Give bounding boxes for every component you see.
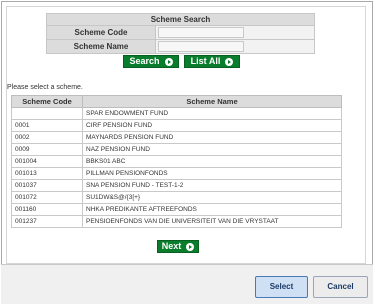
- table-row[interactable]: 0009 NAZ PENSION FUND: [11, 143, 342, 156]
- scheme-name-cell: SU1DW&S@/{3[+}: [82, 191, 342, 204]
- list-all-button[interactable]: List All: [184, 55, 240, 68]
- scheme-search-form: Scheme Search Scheme Code Scheme Name: [46, 13, 315, 54]
- scheme-code-cell: [11, 107, 83, 120]
- cancel-button[interactable]: Cancel: [313, 276, 368, 298]
- scheme-results-table: Scheme Code Scheme Name SPAR ENDOWMENT F…: [11, 95, 342, 228]
- scheme-code-label: Scheme Code: [46, 25, 156, 40]
- scheme-code-cell: 0002: [11, 131, 83, 144]
- next-button[interactable]: Next: [157, 240, 199, 253]
- table-row[interactable]: 001037 SNA PENSION FUND - TEST-1-2: [11, 179, 342, 192]
- column-header-scheme-name: Scheme Name: [82, 95, 342, 108]
- scheme-name-label: Scheme Name: [46, 39, 156, 54]
- scheme-code-cell: 0009: [11, 143, 83, 156]
- search-button[interactable]: Search: [123, 55, 179, 68]
- arrow-right-icon: [225, 57, 234, 66]
- table-row[interactable]: 0002 MAYNARDS PENSION FUND: [11, 131, 342, 144]
- scheme-name-cell: NAZ PENSION FUND: [82, 143, 342, 156]
- scheme-code-cell: 001037: [11, 179, 83, 192]
- arrow-right-icon: [164, 57, 173, 66]
- scheme-code-cell: 0001: [11, 119, 83, 132]
- scheme-name-cell: CIRF PENSION FUND: [82, 119, 342, 132]
- scheme-name-input[interactable]: [158, 41, 244, 52]
- dialog-button-bar: Select Cancel: [1, 264, 373, 304]
- scheme-name-cell: SPAR ENDOWMENT FUND: [82, 107, 342, 120]
- scheme-code-input[interactable]: [158, 27, 244, 38]
- scheme-code-cell: 001013: [11, 167, 83, 180]
- scheme-name-cell: PILLMAN PENSIONFONDS: [82, 167, 342, 180]
- list-all-button-label: List All: [190, 56, 221, 66]
- arrow-right-icon: [186, 242, 195, 251]
- search-button-label: Search: [129, 56, 160, 66]
- table-row[interactable]: 001004 BBKS01 ABC: [11, 155, 342, 168]
- scheme-name-cell: BBKS01 ABC: [82, 155, 342, 168]
- search-title: Scheme Search: [46, 13, 315, 26]
- table-row[interactable]: 001072 SU1DW&S@/{3[+}: [11, 191, 342, 204]
- scheme-code-cell: 001237: [11, 215, 83, 228]
- scheme-search-panel: Scheme Search Scheme Code Scheme Name Se…: [6, 6, 366, 264]
- table-row[interactable]: SPAR ENDOWMENT FUND: [11, 107, 342, 120]
- table-row[interactable]: 001237 PENSIOENFONDS VAN DIE UNIVERSITEIT…: [11, 215, 342, 228]
- column-header-scheme-code: Scheme Code: [11, 95, 83, 108]
- table-row[interactable]: 0001 CIRF PENSION FUND: [11, 119, 342, 132]
- scheme-code-cell: 001004: [11, 155, 83, 168]
- scheme-code-cell: 001072: [11, 191, 83, 204]
- next-button-label: Next: [161, 241, 182, 251]
- select-button[interactable]: Select: [255, 276, 308, 298]
- select-scheme-prompt: Please select a scheme.: [7, 84, 83, 91]
- scheme-name-cell: SNA PENSION FUND - TEST-1-2: [82, 179, 342, 192]
- scheme-name-cell: MAYNARDS PENSION FUND: [82, 131, 342, 144]
- table-row[interactable]: 001160 NHKA PREDIKANTE AFTREEFONDS: [11, 203, 342, 216]
- scheme-name-cell: PENSIOENFONDS VAN DIE UNIVERSITEIT VAN D…: [82, 215, 342, 228]
- scheme-code-cell: 001160: [11, 203, 83, 216]
- scheme-name-cell: NHKA PREDIKANTE AFTREEFONDS: [82, 203, 342, 216]
- table-row[interactable]: 001013 PILLMAN PENSIONFONDS: [11, 167, 342, 180]
